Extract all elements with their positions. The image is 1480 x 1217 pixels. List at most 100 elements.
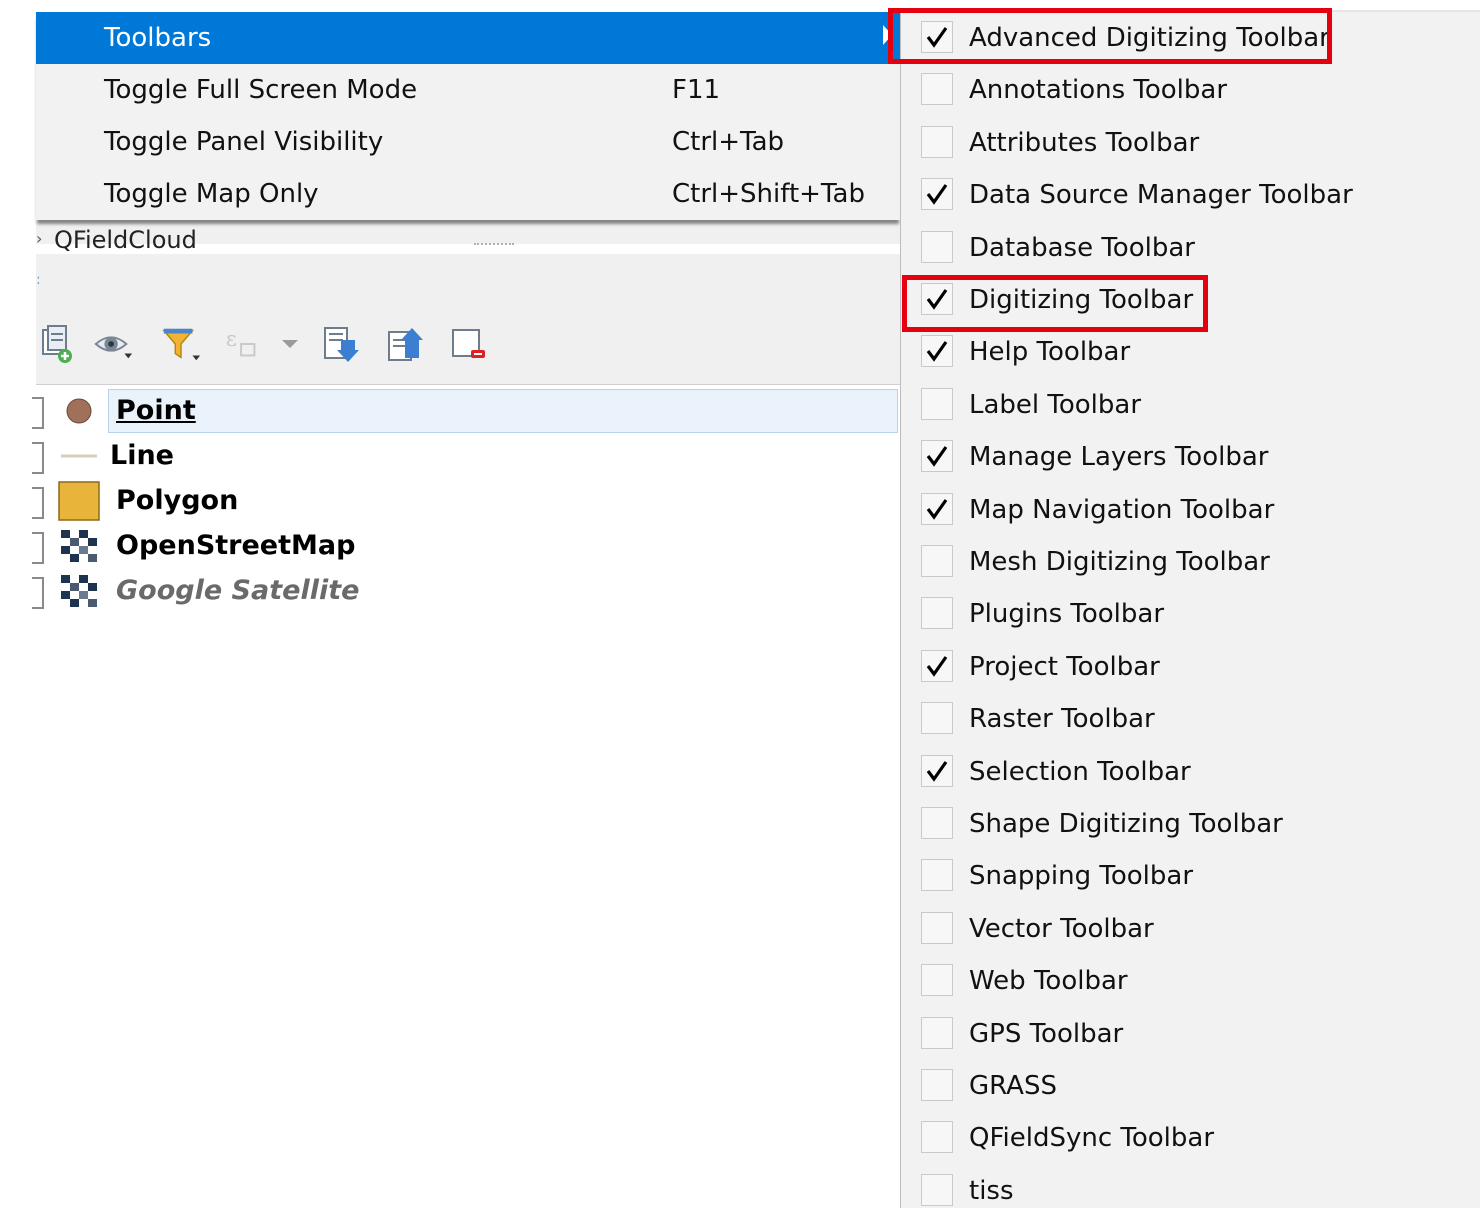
layer-row-polygon[interactable]: Polygon (32, 479, 900, 523)
submenu-item-label: Map Navigation Toolbar (969, 494, 1275, 525)
point-symbol-icon (58, 395, 100, 427)
panel-splitter[interactable] (474, 243, 514, 249)
layer-name: Point (116, 395, 196, 426)
checkmark-icon (926, 655, 948, 677)
toolbar-checkbox[interactable] (921, 597, 953, 630)
layer-visibility-checkbox[interactable] (32, 442, 44, 474)
menu-item-shortcut: F11 (672, 75, 721, 105)
panel-marker-icon: : (36, 272, 41, 288)
toolbar-checkbox[interactable] (921, 73, 953, 106)
submenu-item-plugins-toolbar[interactable]: Plugins Toolbar (901, 588, 1480, 640)
submenu-item-label: Vector Toolbar (969, 913, 1154, 944)
submenu-item-project-toolbar[interactable]: Project Toolbar (901, 641, 1480, 693)
submenu-item-mesh-digitizing-toolbar[interactable]: Mesh Digitizing Toolbar (901, 536, 1480, 588)
layer-visibility-checkbox[interactable] (32, 577, 44, 609)
layer-visibility-checkbox[interactable] (32, 532, 44, 564)
toolbar-checkbox[interactable] (921, 335, 953, 368)
layer-visibility-checkbox[interactable] (32, 487, 44, 519)
submenu-item-grass[interactable]: GRASS (901, 1060, 1480, 1112)
collapse-all-icon[interactable] (384, 322, 426, 366)
submenu-item-qfieldsync-toolbar[interactable]: QFieldSync Toolbar (901, 1112, 1480, 1164)
toolbar-checkbox[interactable] (921, 1121, 953, 1154)
submenu-item-snapping-toolbar[interactable]: Snapping Toolbar (901, 850, 1480, 902)
menu-item-toggle-map-only[interactable]: Toggle Map Only Ctrl+Shift+Tab (36, 168, 900, 220)
filter-expression-icon[interactable]: ε (222, 322, 264, 366)
layer-row-line[interactable]: Line (32, 434, 900, 478)
layer-name: Line (110, 440, 174, 471)
layer-name: Polygon (116, 485, 239, 516)
submenu-item-shape-digitizing-toolbar[interactable]: Shape Digitizing Toolbar (901, 798, 1480, 850)
raster-symbol-icon (58, 530, 100, 562)
submenu-item-label: Web Toolbar (969, 966, 1128, 997)
toolbar-checkbox[interactable] (921, 1173, 953, 1206)
submenu-item-label: GPS Toolbar (969, 1018, 1124, 1049)
submenu-item-map-navigation-toolbar[interactable]: Map Navigation Toolbar (901, 484, 1480, 536)
toolbar-checkbox[interactable] (921, 125, 953, 158)
toolbar-checkbox[interactable] (921, 702, 953, 735)
submenu-item-data-source-manager-toolbar[interactable]: Data Source Manager Toolbar (901, 169, 1480, 221)
toolbar-checkbox[interactable] (921, 964, 953, 997)
manage-visibility-icon[interactable] (92, 322, 134, 366)
submenu-item-web-toolbar[interactable]: Web Toolbar (901, 955, 1480, 1007)
menu-item-toggle-full-screen[interactable]: Toggle Full Screen Mode F11 (36, 64, 900, 116)
dropdown-arrow-icon[interactable] (276, 322, 304, 366)
layer-name: OpenStreetMap (116, 530, 356, 561)
submenu-item-label: Help Toolbar (969, 337, 1131, 368)
menu-item-shortcut: Ctrl+Shift+Tab (672, 179, 865, 209)
raster-symbol-icon (58, 575, 100, 607)
submenu-item-label-toolbar[interactable]: Label Toolbar (901, 379, 1480, 431)
toolbar-checkbox[interactable] (921, 545, 953, 577)
menu-item-label: Toolbars (104, 23, 212, 53)
toolbar-checkbox[interactable] (921, 1069, 953, 1101)
submenu-item-label: Data Source Manager Toolbar (969, 180, 1353, 211)
toolbar-checkbox[interactable] (921, 387, 953, 420)
submenu-item-database-toolbar[interactable]: Database Toolbar (901, 222, 1480, 274)
submenu-item-label: Database Toolbar (969, 232, 1195, 263)
toolbar-checkbox[interactable] (921, 911, 953, 944)
toolbar-checkbox[interactable] (921, 859, 953, 892)
submenu-item-label: Plugins Toolbar (969, 599, 1165, 630)
menu-item-toggle-panel-visibility[interactable]: Toggle Panel Visibility Ctrl+Tab (36, 116, 900, 168)
toolbar-checkbox[interactable] (921, 440, 953, 473)
submenu-item-label: Raster Toolbar (969, 704, 1155, 735)
annotation-highlight-digitizing (902, 275, 1208, 332)
toolbar-checkbox[interactable] (921, 492, 953, 525)
layer-row-openstreetmap[interactable]: OpenStreetMap (32, 524, 900, 568)
toolbar-checkbox[interactable] (921, 754, 953, 787)
submenu-item-vector-toolbar[interactable]: Vector Toolbar (901, 903, 1480, 955)
toolbar-checkbox[interactable] (921, 649, 953, 682)
toolbar-checkbox[interactable] (921, 807, 953, 839)
menu-item-toolbars[interactable]: Toolbars (36, 12, 900, 64)
expand-all-icon[interactable] (320, 322, 362, 366)
layer-row-point[interactable]: Point (32, 389, 900, 433)
layer-row-google-satellite[interactable]: Google Satellite (32, 569, 900, 613)
remove-layer-icon[interactable] (448, 322, 490, 366)
submenu-item-label: Shape Digitizing Toolbar (969, 809, 1283, 839)
submenu-item-label: tiss (969, 1175, 1014, 1206)
submenu-item-label: QFieldSync Toolbar (969, 1123, 1215, 1154)
menu-item-label: Toggle Full Screen Mode (104, 75, 418, 105)
submenu-item-manage-layers-toolbar[interactable]: Manage Layers Toolbar (901, 431, 1480, 483)
add-group-icon[interactable] (36, 322, 78, 366)
toolbar-checkbox[interactable] (921, 178, 953, 211)
submenu-item-raster-toolbar[interactable]: Raster Toolbar (901, 693, 1480, 745)
submenu-item-gps-toolbar[interactable]: GPS Toolbar (901, 1008, 1480, 1060)
view-menu: Toolbars Toggle Full Screen Mode F11 Tog… (36, 12, 900, 220)
filter-legend-icon[interactable] (160, 322, 202, 366)
menu-item-label: Toggle Map Only (104, 179, 319, 209)
layer-visibility-checkbox[interactable] (32, 397, 44, 429)
layer-name: Google Satellite (116, 575, 360, 606)
submenu-item-help-toolbar[interactable]: Help Toolbar (901, 326, 1480, 378)
menu-item-shortcut: Ctrl+Tab (672, 127, 785, 157)
toolbar-checkbox[interactable] (921, 1016, 953, 1049)
toolbar-checkbox[interactable] (921, 230, 953, 263)
svg-text:ε: ε (226, 327, 237, 351)
submenu-item-label: Snapping Toolbar (969, 861, 1194, 892)
submenu-item-attributes-toolbar[interactable]: Attributes Toolbar (901, 117, 1480, 169)
submenu-item-tiss[interactable]: tiss (901, 1165, 1480, 1217)
submenu-item-annotations-toolbar[interactable]: Annotations Toolbar (901, 64, 1480, 116)
submenu-item-label: Project Toolbar (969, 651, 1160, 682)
submenu-item-selection-toolbar[interactable]: Selection Toolbar (901, 746, 1480, 798)
panel-collapse-icon[interactable]: › (36, 229, 42, 248)
checkmark-icon (926, 760, 948, 782)
